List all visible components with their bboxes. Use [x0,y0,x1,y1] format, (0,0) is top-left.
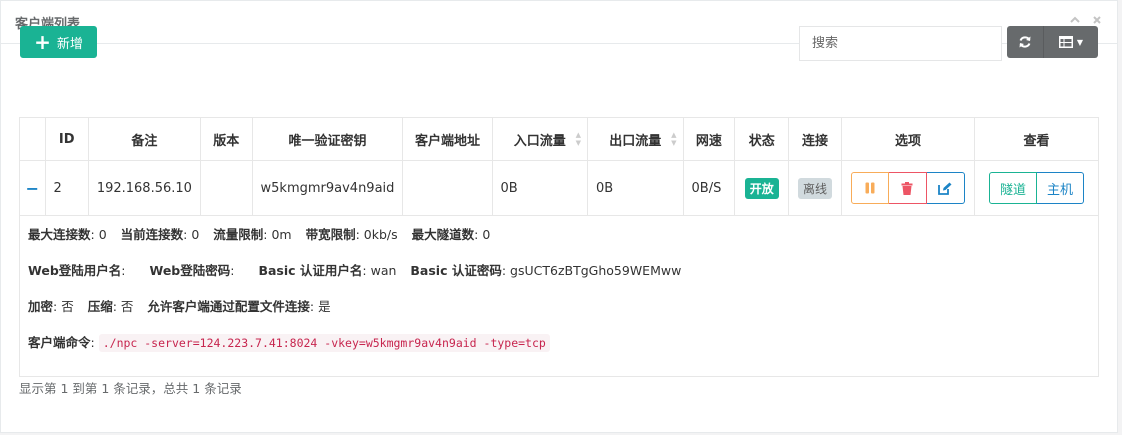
add-button[interactable]: + 新增 [20,26,97,58]
basic-pass-value: : gsUCT6zBTgGho59WEMww [501,263,682,278]
col-inflow[interactable]: 入口流量 [491,117,589,161]
search-input[interactable] [799,26,1002,61]
cell-version [199,160,253,216]
col-speed: 网速 [682,117,736,161]
trash-icon [901,181,913,195]
detail-row: 最大连接数: 0 当前连接数: 0 流量限制: 0m 带宽限制: 0kb/s 最… [19,215,1099,377]
compress-label: 压缩 [87,299,113,314]
max-conn-value: : 0 [90,227,107,242]
columns-icon [1058,36,1073,48]
web-user-value: : [121,263,126,278]
pagination-info: 显示第 1 到第 1 条记录，总共 1 条记录 [19,381,242,396]
web-pass-value: : [230,263,235,278]
col-remark: 备注 [87,117,201,161]
max-conn-label: 最大连接数 [28,227,91,242]
detail-cell: 最大连接数: 0 当前连接数: 0 流量限制: 0m 带宽限制: 0kb/s 最… [19,215,1099,377]
col-version: 版本 [199,117,253,161]
col-options: 选项 [840,117,976,161]
compress-value: : 否 [112,299,134,314]
detail-line-command: 客户端命令: ./npc -server=124.223.7.41:8024 -… [28,332,1090,368]
cell-view: 隧道 主机 [974,160,1099,216]
basic-user-label: Basic 认证用户名 [258,263,363,278]
cell-status: 开放 [734,160,790,216]
delete-button[interactable] [888,172,927,204]
view-host-button[interactable]: 主机 [1037,172,1085,204]
flow-limit-value: : 0m [263,227,292,242]
caret-down-icon: ▼ [1076,37,1084,47]
add-button-label: 新增 [56,36,83,52]
plus-icon: + [34,30,51,54]
cell-speed: 0B/S [682,160,736,216]
edit-icon [938,182,952,195]
cell-outflow: 0B [587,160,684,216]
cell-options [840,160,976,216]
collapse-row-cell: − [19,160,46,216]
cur-conn-label: 当前连接数 [120,227,184,242]
detail-line-flags: 加密: 否 压缩: 否 允许客户端通过配置文件连接: 是 [28,296,1090,332]
columns-button[interactable]: ▼ [1044,26,1098,58]
max-tunnel-label: 最大隧道数 [411,227,475,242]
basic-pass-label: Basic 认证密码 [410,263,502,278]
col-outflow[interactable]: 出口流量 [587,117,684,161]
status-badge: 开放 [744,177,779,199]
client-command[interactable]: ./npc -server=124.223.7.41:8024 -vkey=w5… [98,334,550,352]
cmd-colon: : [90,335,95,350]
crypt-value: : 否 [53,299,74,314]
cell-remark: 192.168.56.10 [87,160,201,216]
detail-line-auth: Web登陆用户名: Web登陆密码: Basic 认证用户名: wan Basi… [28,260,1090,296]
col-connection: 连接 [788,117,842,161]
cell-address [402,160,493,216]
max-tunnel-value: : 0 [474,227,491,242]
cell-connection: 离线 [788,160,842,216]
options-group [850,172,965,204]
view-group: 隧道 主机 [989,172,1085,204]
col-view: 查看 [974,117,1099,161]
edit-button[interactable] [926,172,965,204]
pause-button[interactable] [850,172,889,204]
col-vkey: 唯一验证密钥 [251,117,404,161]
view-tunnel-button[interactable]: 隧道 [989,172,1038,204]
refresh-button[interactable] [1007,26,1044,58]
crypt-label: 加密 [28,299,54,314]
client-table: ID 备注 版本 唯一验证密钥 客户端地址 入口流量 出口流量 网速 状态 连接… [19,117,1099,377]
cell-id: 2 [44,160,89,216]
rate-limit-label: 带宽限制 [305,227,356,242]
refresh-icon [1019,36,1031,48]
detail-line-limits: 最大连接数: 0 当前连接数: 0 流量限制: 0m 带宽限制: 0kb/s 最… [28,224,1090,260]
cur-conn-value: : 0 [183,227,200,242]
collapse-row-icon[interactable]: − [26,179,39,198]
cmd-label: 客户端命令 [28,335,91,350]
basic-user-value: : wan [362,263,397,278]
config-conn-value: : 是 [309,299,331,314]
table-row: − 2 192.168.56.10 w5kmgmr9av4n9aid 0B 0B… [19,160,1099,216]
cell-vkey: w5kmgmr9av4n9aid [251,160,404,216]
config-conn-label: 允许客户端通过配置文件连接 [147,299,310,314]
connection-badge: 离线 [797,177,832,199]
col-expand [19,117,46,161]
col-status: 状态 [734,117,790,161]
flow-limit-label: 流量限制 [213,227,264,242]
rate-limit-value: : 0kb/s [355,227,398,242]
table-header-row: ID 备注 版本 唯一验证密钥 客户端地址 入口流量 出口流量 网速 状态 连接… [19,117,1099,161]
col-id: ID [44,117,89,161]
table-tools: ▼ [1007,26,1098,58]
col-address: 客户端地址 [402,117,493,161]
cell-inflow: 0B [491,160,589,216]
pause-icon [865,182,875,194]
web-pass-label: Web登陆密码 [149,263,231,278]
toolbar: + 新增 ▼ [20,26,1098,61]
web-user-label: Web登陆用户名 [28,263,122,278]
